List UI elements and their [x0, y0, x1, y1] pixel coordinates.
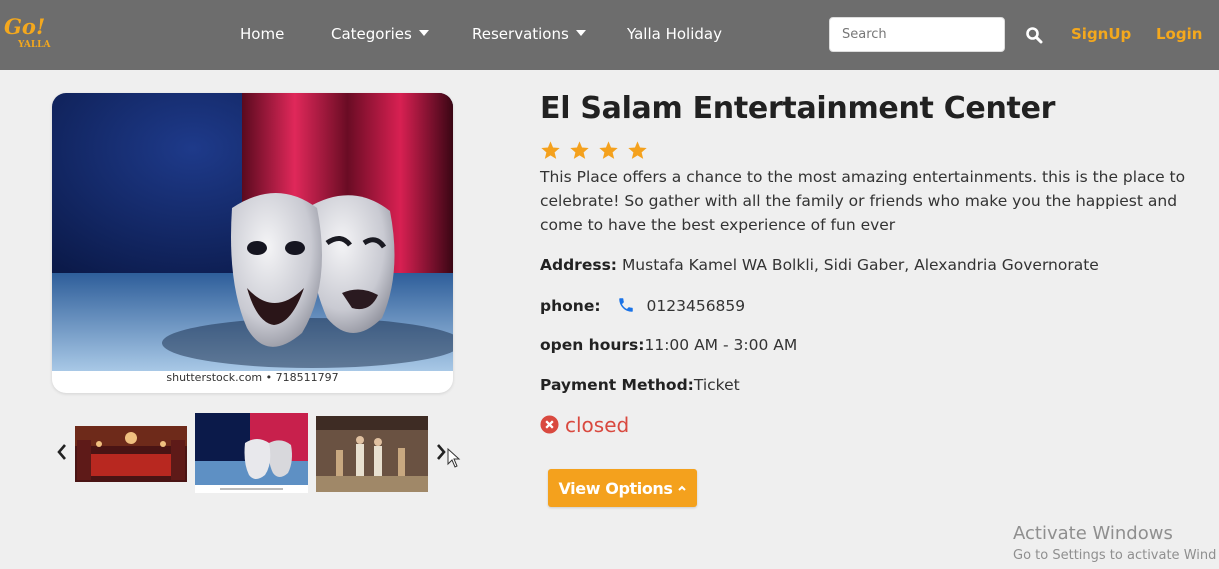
hours-row: open hours:11:00 AM - 3:00 AM — [540, 336, 797, 354]
chevron-down-icon — [575, 30, 586, 36]
status-text: closed — [565, 413, 630, 437]
theater-masks-photo — [52, 93, 453, 371]
login-link[interactable]: Login — [1156, 25, 1202, 43]
phone-value[interactable]: 0123456859 — [647, 297, 746, 315]
activate-windows-subtitle: Go to Settings to activate Wind — [1013, 548, 1217, 563]
phone-label: phone: — [540, 297, 601, 315]
star-icon — [599, 141, 618, 159]
search-icon[interactable] — [1025, 26, 1043, 44]
phone-row: phone: 0123456859 — [540, 296, 745, 315]
hours-label: open hours: — [540, 336, 645, 354]
search-input[interactable] — [829, 17, 1005, 52]
place-description: This Place offers a chance to the most a… — [540, 168, 1186, 234]
chevron-left-icon[interactable] — [54, 442, 70, 462]
nav-categories-label: Categories — [331, 25, 412, 43]
image-watermark: shutterstock.com • 718511797 — [166, 371, 339, 384]
chevron-down-icon — [418, 30, 429, 36]
star-icon — [541, 141, 560, 159]
phone-icon — [618, 298, 633, 312]
address-label: Address: — [540, 256, 617, 274]
close-circle-icon — [540, 415, 559, 434]
view-options-button[interactable]: View Options — [548, 469, 697, 507]
logo-text-bottom: YALLA — [18, 40, 51, 50]
chevron-up-icon — [677, 485, 686, 491]
address-value: Mustafa Kamel WA Bolkli, Sidi Gaber, Ale… — [621, 256, 1099, 274]
star-icon — [570, 141, 589, 159]
thumbnail-stage-performance[interactable] — [316, 416, 428, 492]
mouse-cursor-icon — [447, 448, 461, 468]
star-icon — [628, 141, 647, 159]
thumbnail-theater-hall[interactable] — [75, 426, 187, 482]
hours-value: 11:00 AM - 3:00 AM — [644, 336, 798, 354]
payment-value: Ticket — [693, 376, 740, 394]
activate-windows-title: Activate Windows — [1013, 523, 1173, 544]
status-badge: closed — [540, 413, 629, 437]
nav-reservations-label: Reservations — [472, 25, 569, 43]
payment-label: Payment Method: — [540, 376, 694, 394]
payment-row: Payment Method:Ticket — [540, 376, 740, 394]
nav-reservations-dropdown[interactable]: Reservations — [472, 25, 586, 43]
navbar: Go! YALLA Home Categories Reservations Y… — [0, 0, 1219, 70]
brand-logo[interactable]: Go! YALLA — [4, 14, 51, 58]
address-row: Address: Mustafa Kamel WA Bolkli, Sidi G… — [540, 256, 1099, 274]
signup-link[interactable]: SignUp — [1071, 25, 1131, 43]
view-options-label: View Options — [558, 478, 673, 498]
thumbnail-theater-masks[interactable] — [195, 413, 308, 493]
star-rating — [540, 140, 651, 164]
nav-yalla-holiday-link[interactable]: Yalla Holiday — [627, 25, 722, 43]
main-image: shutterstock.com • 718511797 — [52, 93, 453, 393]
nav-home-link[interactable]: Home — [240, 25, 284, 43]
place-title: El Salam Entertainment Center — [540, 91, 1056, 126]
logo-text-top: Go! — [4, 14, 46, 39]
nav-categories-dropdown[interactable]: Categories — [331, 25, 429, 43]
